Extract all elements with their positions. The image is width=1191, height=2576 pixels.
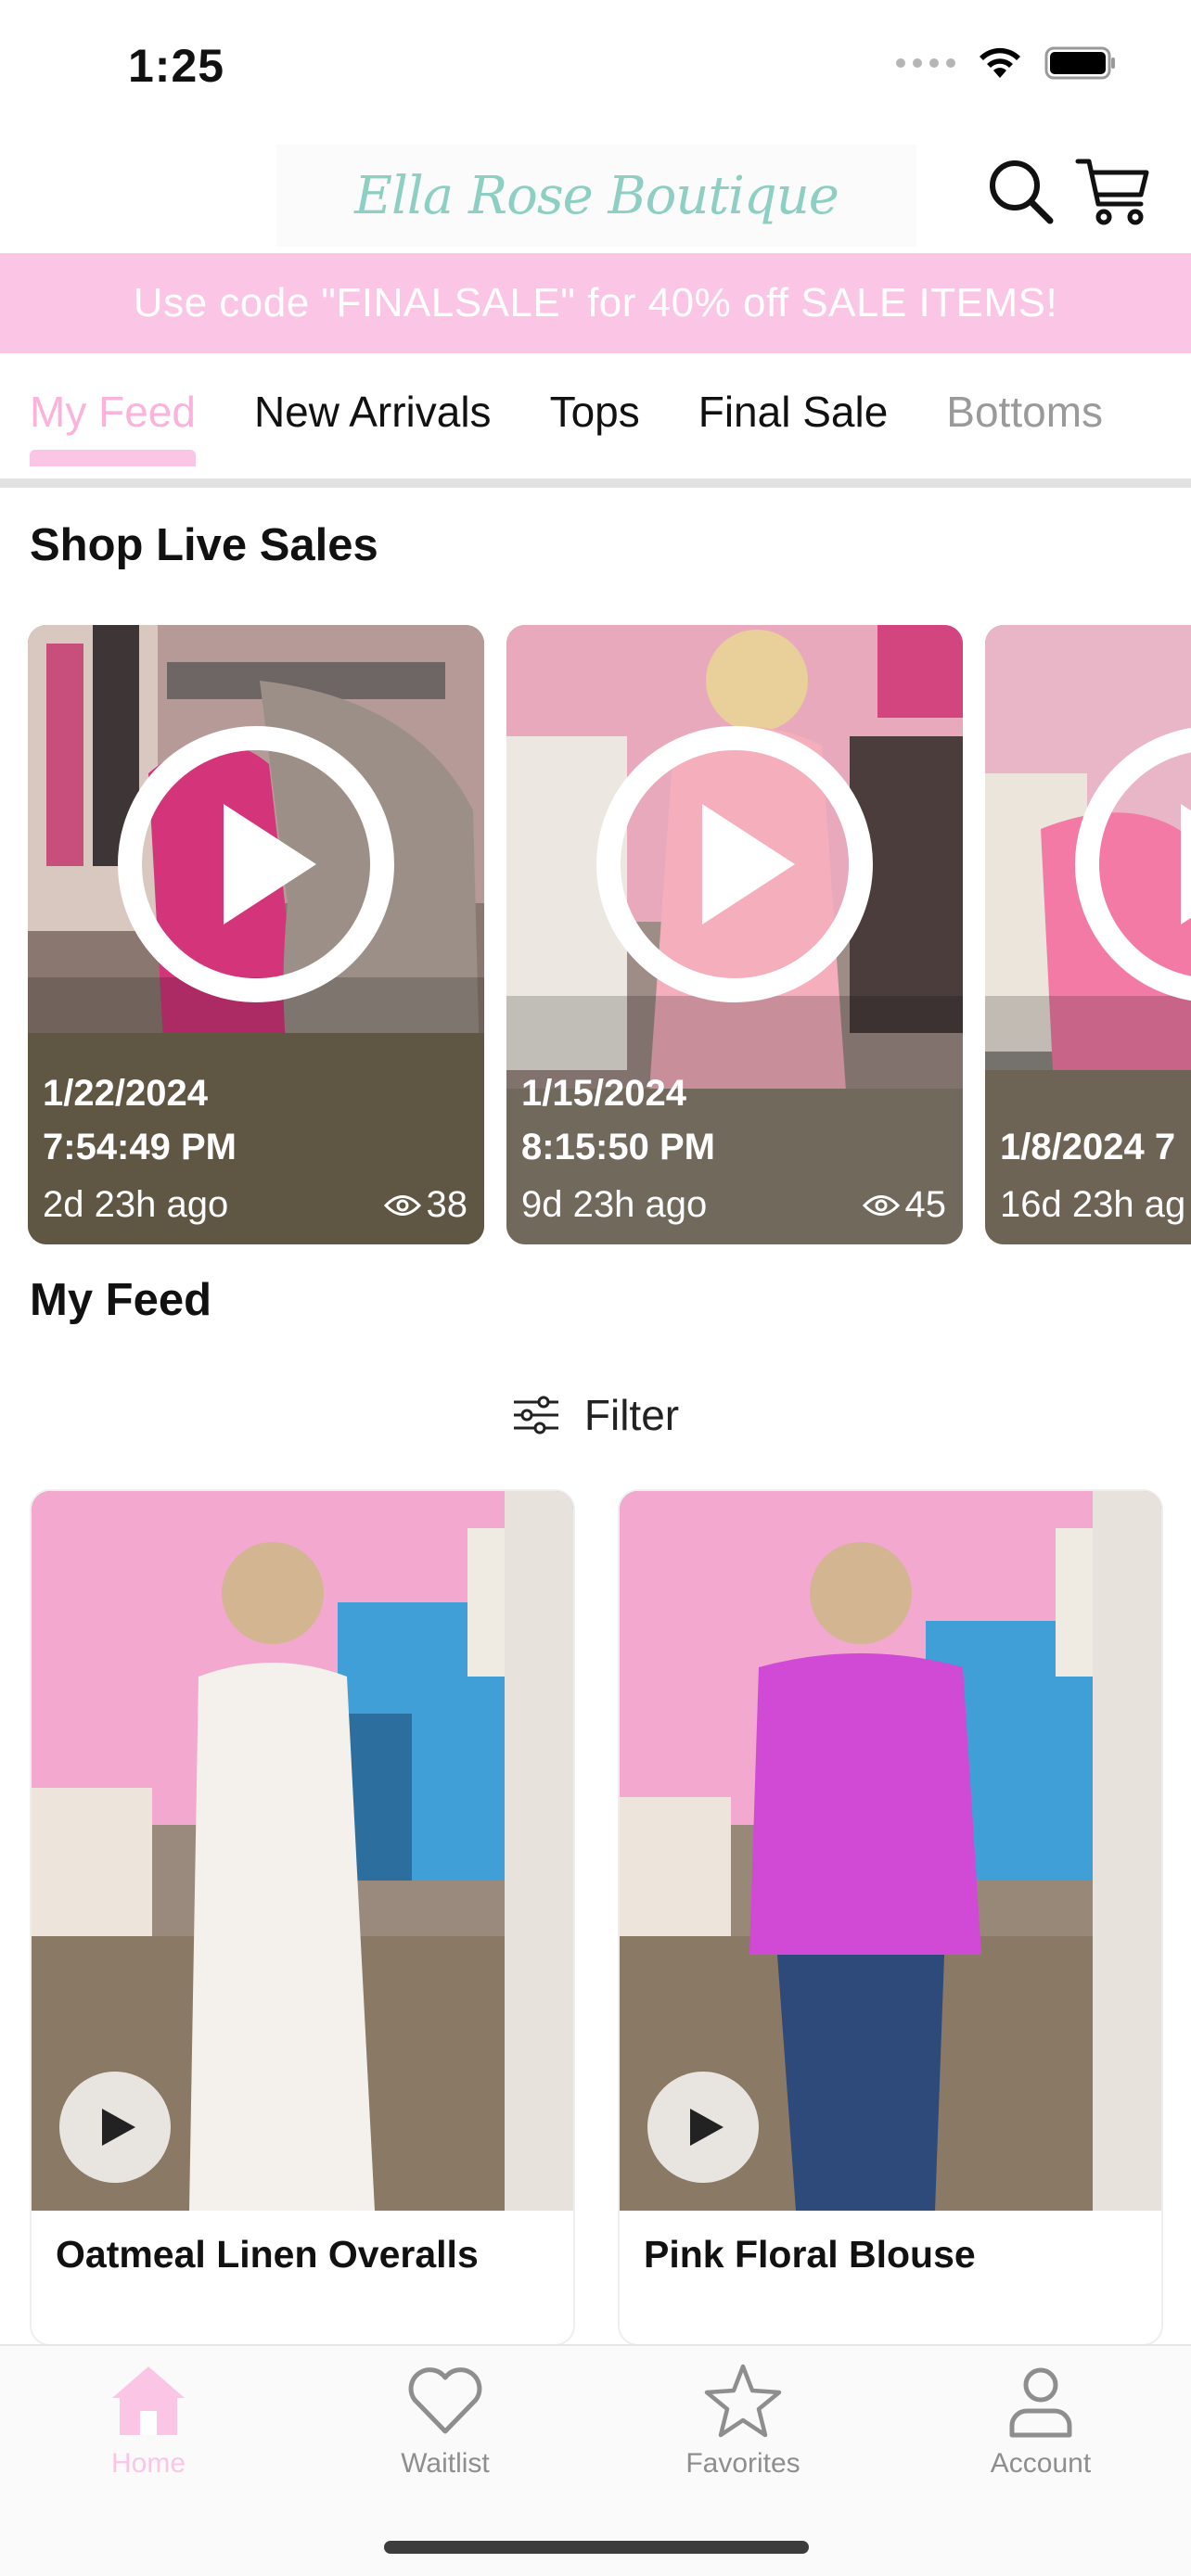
product-card[interactable]: Oatmeal Linen Overalls (32, 1491, 573, 2344)
live-sale-time: 8:15:50 PM (521, 1127, 715, 1167)
live-sale-datetime: 1/22/2024 7:54:49 PM (43, 1066, 237, 1174)
feed-title: My Feed (30, 1275, 212, 1325)
tab-new-arrivals[interactable]: New Arrivals (254, 366, 492, 466)
product-card[interactable]: Pink Floral Blouse (620, 1491, 1161, 2344)
play-icon[interactable] (59, 2072, 171, 2183)
status-bar: 1:25 (0, 0, 1191, 130)
logo-text: Ella Rose Boutique (354, 165, 839, 226)
eye-icon (862, 1194, 900, 1216)
eye-icon (383, 1194, 421, 1216)
product-name: Pink Floral Blouse (644, 2233, 976, 2276)
play-icon[interactable] (117, 725, 395, 1003)
app-header: Ella Rose Boutique (0, 139, 1191, 252)
live-sale-views: 38 (383, 1184, 468, 1226)
home-icon (112, 2366, 185, 2435)
live-sales-title: Shop Live Sales (30, 520, 378, 570)
cart-icon[interactable] (1074, 152, 1152, 230)
live-sale-ago: 9d 23h ago (521, 1184, 708, 1225)
nav-waitlist[interactable]: Waitlist (352, 2359, 538, 2480)
live-sale-ago: 16d 23h ag (1000, 1184, 1186, 1225)
star-icon (704, 2364, 782, 2438)
search-icon[interactable] (983, 154, 1057, 228)
category-tabs: My Feed New Arrivals Tops Final Sale Bot… (0, 354, 1191, 478)
home-indicator[interactable] (384, 2541, 809, 2554)
product-name: Oatmeal Linen Overalls (56, 2233, 479, 2276)
nav-account-label: Account (990, 2448, 1092, 2479)
live-sale-card[interactable]: 1/8/2024 7 16d 23h ag (985, 625, 1191, 1244)
play-icon[interactable] (1074, 725, 1191, 1003)
live-sale-date: 1/22/2024 (43, 1073, 208, 1114)
cellular-signal-icon (896, 58, 955, 68)
nav-account[interactable]: Account (948, 2359, 1133, 2480)
promo-banner[interactable]: Use code "FINALSALE" for 40% off SALE IT… (0, 253, 1191, 353)
tab-bottoms[interactable]: Bottoms (946, 366, 1103, 466)
play-icon[interactable] (647, 2072, 759, 2183)
view-count: 38 (426, 1184, 468, 1225)
view-count: 45 (904, 1184, 947, 1225)
promo-text: Use code "FINALSALE" for 40% off SALE IT… (133, 280, 1058, 325)
status-time: 1:25 (128, 40, 225, 92)
play-icon[interactable] (596, 725, 874, 1003)
live-sale-date: 1/15/2024 (521, 1073, 686, 1114)
live-sale-views: 45 (862, 1184, 947, 1226)
tab-tops[interactable]: Tops (550, 366, 640, 466)
tab-final-sale[interactable]: Final Sale (698, 366, 889, 466)
filter-sliders-icon (513, 1396, 558, 1435)
wifi-icon (980, 47, 1020, 78)
status-icons (896, 45, 1117, 82)
filter-button[interactable]: Filter (0, 1378, 1191, 1452)
nav-waitlist-label: Waitlist (401, 2448, 490, 2479)
nav-favorites[interactable]: Favorites (650, 2359, 836, 2480)
battery-icon (1044, 46, 1115, 80)
person-icon (1009, 2367, 1072, 2438)
heart-icon (408, 2367, 482, 2434)
filter-label: Filter (583, 1391, 680, 1439)
tabs-divider (0, 478, 1191, 488)
nav-favorites-label: Favorites (685, 2448, 800, 2479)
brand-logo[interactable]: Ella Rose Boutique (276, 145, 916, 247)
live-sale-date: 1/8/2024 7 (1000, 1127, 1176, 1167)
nav-home[interactable]: Home (56, 2359, 241, 2480)
tab-my-feed[interactable]: My Feed (30, 366, 196, 466)
live-sale-time: 7:54:49 PM (43, 1127, 237, 1167)
live-sale-card[interactable]: 1/22/2024 7:54:49 PM 2d 23h ago 38 (28, 625, 484, 1244)
live-sale-datetime: 1/15/2024 8:15:50 PM (521, 1066, 715, 1174)
live-sale-card[interactable]: 1/15/2024 8:15:50 PM 9d 23h ago 45 (506, 625, 963, 1244)
live-sale-ago: 2d 23h ago (43, 1184, 229, 1225)
nav-home-label: Home (110, 2448, 186, 2479)
